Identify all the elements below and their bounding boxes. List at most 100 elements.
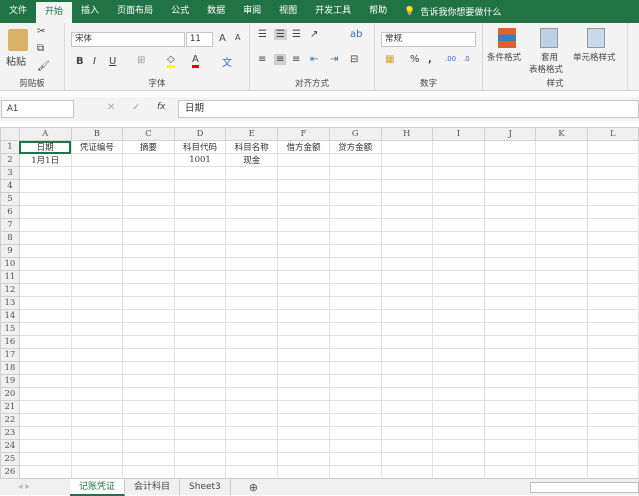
cell[interactable]: 摘要	[122, 140, 175, 154]
cell[interactable]	[328, 465, 382, 478]
cell[interactable]	[431, 166, 486, 180]
cell[interactable]	[586, 335, 639, 349]
cell[interactable]	[380, 361, 433, 375]
cell[interactable]	[122, 205, 175, 219]
cell[interactable]	[484, 296, 537, 310]
cell[interactable]	[328, 335, 382, 349]
row-header[interactable]: 1	[0, 140, 20, 154]
cell[interactable]	[484, 192, 537, 206]
cell[interactable]	[173, 413, 227, 427]
cell[interactable]	[484, 205, 537, 219]
row-header[interactable]: 6	[0, 205, 20, 219]
cell[interactable]	[277, 257, 330, 271]
cell[interactable]	[586, 153, 639, 167]
cell[interactable]	[173, 283, 227, 297]
align-bottom-icon[interactable]: ☰	[292, 29, 301, 40]
cell[interactable]	[173, 179, 227, 193]
cell[interactable]	[535, 192, 588, 206]
column-header[interactable]: H	[380, 127, 433, 141]
cell[interactable]	[18, 231, 72, 245]
cell[interactable]	[18, 348, 72, 362]
cell[interactable]	[484, 400, 537, 414]
cell[interactable]	[431, 387, 486, 401]
cell[interactable]	[535, 270, 588, 284]
cell[interactable]	[18, 257, 72, 271]
cell[interactable]	[328, 296, 382, 310]
cell[interactable]	[380, 452, 433, 466]
cell[interactable]	[431, 322, 486, 336]
cell[interactable]	[18, 309, 72, 323]
cell[interactable]	[380, 309, 433, 323]
cell[interactable]	[431, 257, 486, 271]
add-sheet-button[interactable]: ⊕	[249, 481, 258, 494]
cell[interactable]	[225, 192, 279, 206]
cell[interactable]: 凭证编号	[70, 140, 124, 154]
cell[interactable]	[328, 244, 382, 258]
cell[interactable]	[225, 296, 279, 310]
cell[interactable]	[431, 140, 486, 154]
cell[interactable]	[328, 400, 382, 414]
cell[interactable]	[328, 439, 382, 453]
cell[interactable]	[122, 374, 175, 388]
cell[interactable]	[225, 387, 279, 401]
cell[interactable]	[328, 166, 382, 180]
cell[interactable]	[225, 179, 279, 193]
tab-8[interactable]: 开发工具	[306, 0, 360, 23]
cell[interactable]	[586, 192, 639, 206]
row-header[interactable]: 14	[0, 309, 20, 323]
cell[interactable]	[431, 153, 486, 167]
cell[interactable]	[225, 413, 279, 427]
formula-input[interactable]: 日期	[178, 100, 639, 118]
cell[interactable]	[328, 270, 382, 284]
cell[interactable]	[484, 426, 537, 440]
cell[interactable]	[277, 426, 330, 440]
cell[interactable]	[277, 452, 330, 466]
cell[interactable]	[18, 335, 72, 349]
cell[interactable]	[535, 166, 588, 180]
cell[interactable]	[380, 192, 433, 206]
cell[interactable]	[484, 322, 537, 336]
cell[interactable]	[431, 413, 486, 427]
cell[interactable]	[380, 322, 433, 336]
cell[interactable]	[70, 426, 124, 440]
cell[interactable]	[18, 322, 72, 336]
cell[interactable]	[122, 296, 175, 310]
cell[interactable]	[122, 192, 175, 206]
cell[interactable]	[173, 231, 227, 245]
tab-5[interactable]: 数据	[198, 0, 234, 23]
tab-1[interactable]: 开始	[36, 2, 73, 23]
cell[interactable]	[586, 166, 639, 180]
cell[interactable]	[380, 465, 433, 478]
row-header[interactable]: 10	[0, 257, 20, 271]
cell[interactable]	[484, 452, 537, 466]
cell[interactable]	[586, 257, 639, 271]
cell[interactable]	[277, 413, 330, 427]
cell[interactable]	[70, 205, 124, 219]
cell[interactable]	[535, 452, 588, 466]
cell[interactable]	[277, 153, 330, 167]
cell[interactable]	[173, 322, 227, 336]
row-header[interactable]: 4	[0, 179, 20, 193]
cell[interactable]	[18, 244, 72, 258]
cell[interactable]	[535, 283, 588, 297]
fill-color-icon[interactable]: ◇	[167, 54, 175, 68]
cell[interactable]	[18, 387, 72, 401]
select-all-corner[interactable]	[0, 127, 20, 141]
cell[interactable]	[225, 374, 279, 388]
cell[interactable]	[277, 335, 330, 349]
cell[interactable]	[328, 283, 382, 297]
cell[interactable]	[431, 452, 486, 466]
cell[interactable]: 1月1日	[18, 153, 72, 167]
table-format-button[interactable]: 套用	[541, 51, 558, 63]
tab-6[interactable]: 审阅	[234, 0, 270, 23]
cell[interactable]	[431, 309, 486, 323]
cell[interactable]	[173, 361, 227, 375]
cell[interactable]	[380, 426, 433, 440]
column-header[interactable]: L	[586, 127, 639, 141]
cell[interactable]	[586, 374, 639, 388]
cell[interactable]	[277, 348, 330, 362]
cell[interactable]	[122, 387, 175, 401]
cell[interactable]	[122, 452, 175, 466]
cell[interactable]	[586, 218, 639, 232]
cell[interactable]	[328, 231, 382, 245]
